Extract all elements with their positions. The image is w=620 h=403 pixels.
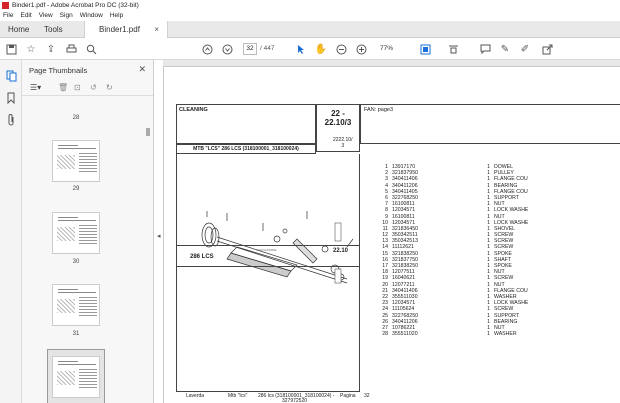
pdf-page: CLEANING 22 - 22.10/3 2222.10/ 3 FAN: pa… (163, 66, 620, 403)
upload-icon[interactable]: ⇪ (44, 42, 58, 56)
part-number: 355511020 (392, 331, 418, 338)
footer-page-number: 32 (364, 393, 370, 399)
tab-bar: Home Tools Binder1.pdf × (0, 21, 620, 38)
page-number-input[interactable]: 32 (243, 43, 257, 55)
collapse-panel-icon[interactable]: ◂ (157, 232, 161, 240)
undo-icon[interactable]: ↺ (90, 83, 97, 92)
page-up-icon[interactable] (200, 42, 214, 56)
thumbnail-label: 31 (72, 331, 80, 337)
drawing-column: 286 LCS VENTILATORE 22.10 (176, 154, 360, 392)
window-titlebar: Binder1.pdf - Adobe Acrobat Pro DC (32-b… (0, 0, 620, 10)
fan-label: FAN: page3 (364, 107, 394, 113)
share-icon[interactable] (540, 42, 554, 56)
redo-icon[interactable]: ↻ (106, 83, 113, 92)
thumbnail-tools: ☰▾ 🗑 ⊡ ↺ ↻ (22, 80, 153, 96)
thumbnail-label: 28 (72, 115, 80, 121)
menu-bar: File Edit View Sign Window Help (0, 10, 620, 21)
select-cursor-icon[interactable] (294, 42, 308, 56)
thumbnail-scrollbar[interactable] (145, 108, 151, 403)
attachment-icon[interactable] (5, 114, 17, 126)
thumbnails-panel: Page Thumbnails ✕ ☰▾ 🗑 ⊡ ↺ ↻ 28 29 30 31 (22, 60, 154, 403)
model-line: MTB "LCS" 286 LCS (318100001_318100024) (176, 144, 316, 154)
close-icon[interactable]: ✕ (138, 64, 146, 75)
page-down-icon[interactable] (220, 42, 234, 56)
tab-home[interactable]: Home (8, 21, 29, 38)
part-pos: 28 (382, 331, 388, 338)
thumbnail-label: 30 (72, 259, 80, 265)
menu-edit[interactable]: Edit (20, 12, 31, 19)
hand-icon[interactable]: ✋ (314, 42, 328, 56)
close-icon[interactable]: × (154, 25, 159, 34)
page-thumbnail-selected[interactable] (47, 349, 105, 403)
code-top: 22 - (331, 109, 345, 118)
footer-model: Mtb "lcs" (228, 393, 248, 399)
fit-page-icon[interactable] (418, 42, 432, 56)
zoom-in-icon[interactable] (354, 42, 368, 56)
tab-document[interactable]: Binder1.pdf × (84, 21, 168, 38)
fan-header: FAN: page3 (360, 104, 620, 144)
menu-help[interactable]: Help (110, 12, 123, 19)
code-small: 2222.10/ 3 (333, 137, 353, 149)
star-icon[interactable]: ☆ (24, 42, 38, 56)
print-icon[interactable] (64, 42, 78, 56)
parts-list: 1 13917170 1 DOWEL 2 321837950 1 PULLEY 3 3404114… (378, 164, 618, 337)
page-thumbnail[interactable] (52, 284, 100, 326)
code-box: 22 - 22.10/3 2222.10/ 3 (316, 104, 360, 152)
page-thumbnail[interactable] (52, 212, 100, 254)
scrollbar-thumb[interactable] (146, 128, 150, 136)
code-bottom: 22.10/3 (324, 118, 352, 127)
insert-page-icon[interactable]: ⊡ (74, 83, 81, 92)
zoom-level[interactable]: 77% (380, 43, 410, 55)
drawing-code: 22.10 (332, 248, 348, 254)
options-menu-icon[interactable]: ☰▾ (30, 83, 41, 92)
footer-page-label: Pagina (340, 393, 356, 399)
panel-title: Page Thumbnails (29, 66, 88, 75)
page-thumbnail[interactable] (52, 140, 100, 182)
footer-brand: Laverda (186, 393, 205, 399)
window-title: Binder1.pdf - Adobe Acrobat Pro DC (32-b… (12, 1, 139, 9)
save-icon[interactable] (4, 42, 18, 56)
delete-icon[interactable]: 🗑 (58, 83, 68, 92)
zoom-out-icon[interactable] (334, 42, 348, 56)
document-view[interactable]: CLEANING 22 - 22.10/3 2222.10/ 3 FAN: pa… (163, 60, 620, 403)
part-qty: 1 (487, 331, 490, 338)
menu-file[interactable]: File (3, 12, 13, 19)
highlight-icon[interactable]: ✎ (498, 42, 512, 56)
thumbnail-label: 29 (72, 186, 80, 192)
section-title: CLEANING (179, 107, 208, 113)
draw-icon[interactable]: ✐ (518, 42, 532, 56)
section-header: CLEANING (176, 104, 316, 144)
part-row: 28 355511020 1 WASHER (378, 331, 618, 337)
footer-sub: 327972520 (282, 398, 308, 403)
scroll-mode-icon[interactable] (446, 42, 460, 56)
toolbar: ☆ ⇪ 32 / 447 ✋ 77% ✎ ✐ (0, 38, 620, 60)
page-thumbnail-image (52, 356, 100, 398)
drawing-subtitle: VENTILATORE (256, 248, 277, 252)
page-total: / 447 (260, 45, 275, 52)
page-thumbnails-icon[interactable] (5, 70, 17, 82)
menu-sign[interactable]: Sign (60, 12, 73, 19)
comment-icon[interactable] (478, 42, 492, 56)
left-icon-rail (0, 60, 22, 403)
part-description: WASHER (494, 331, 517, 338)
bookmark-icon[interactable] (5, 92, 17, 105)
tab-document-label: Binder1.pdf (99, 25, 140, 34)
acrobat-icon (2, 1, 9, 9)
drawing-footer: 286 LCS VENTILATORE 22.10 (176, 245, 360, 267)
tab-tools[interactable]: Tools (44, 21, 63, 38)
menu-view[interactable]: View (39, 12, 53, 19)
search-icon[interactable] (84, 42, 98, 56)
drawing-model: 286 LCS (190, 254, 214, 260)
menu-window[interactable]: Window (80, 12, 103, 19)
